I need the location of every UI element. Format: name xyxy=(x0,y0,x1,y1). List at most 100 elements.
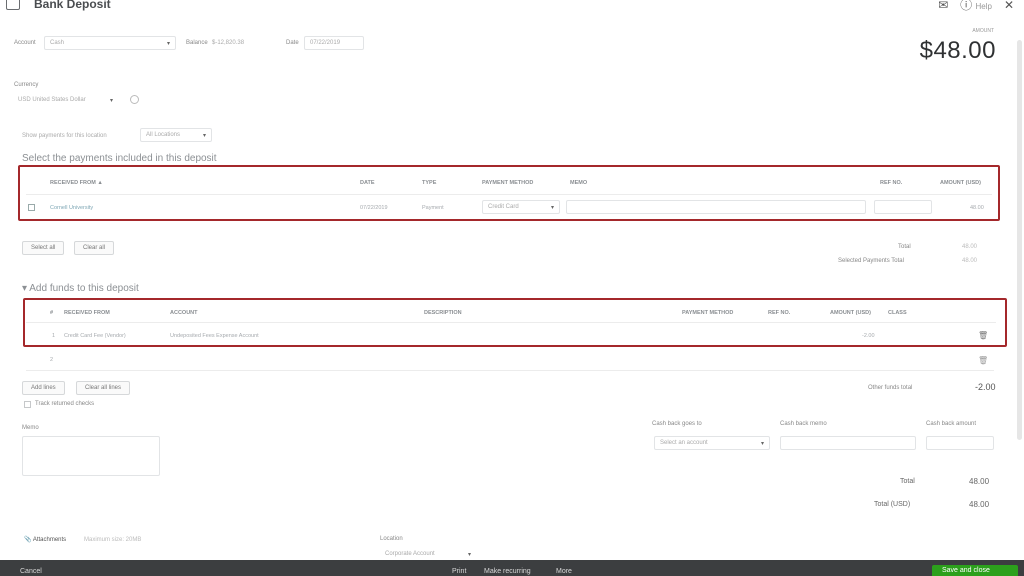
payments-total-value: 48.00 xyxy=(962,244,978,250)
memo-label: Memo xyxy=(22,425,39,431)
help-icon[interactable]: ⓘ Help xyxy=(960,0,992,13)
payments-table: RECEIVED FROM ▲ DATE TYPE PAYMENT METHOD… xyxy=(22,168,998,218)
cashback-goes-to-label: Cash back goes to xyxy=(652,421,702,427)
payment-method-select[interactable]: Credit Card ▾ xyxy=(482,200,560,214)
funds-account[interactable]: Undeposited Fees Expense Account xyxy=(170,333,259,339)
chevron-down-icon: ▾ xyxy=(760,441,764,447)
col-amount[interactable]: AMOUNT (USD) xyxy=(940,180,981,186)
payments-total-label: Total xyxy=(898,244,911,250)
location-label: Location xyxy=(380,536,403,542)
funds-amount[interactable]: -2.00 xyxy=(862,333,875,339)
cashback-amount-input[interactable] xyxy=(926,436,994,450)
print-button[interactable]: Print xyxy=(452,568,466,575)
total-label: Total xyxy=(900,478,915,485)
cashback-memo-input[interactable] xyxy=(780,436,916,450)
divider xyxy=(26,194,992,195)
delete-line2-icon[interactable]: 🗑 xyxy=(978,356,988,365)
col-type[interactable]: TYPE xyxy=(422,180,436,186)
page-title: Bank Deposit xyxy=(34,0,111,11)
balance-label: Balance xyxy=(186,40,208,46)
funds-table: # RECEIVED FROM ACCOUNT DESCRIPTION PAYM… xyxy=(26,300,1004,345)
col-ref-no[interactable]: REF NO. xyxy=(880,180,902,186)
cancel-button[interactable]: Cancel xyxy=(20,568,42,575)
col-description: DESCRIPTION xyxy=(424,310,462,316)
account-value: Cash xyxy=(50,40,65,46)
col-line-number: # xyxy=(50,310,54,316)
attachments-button[interactable]: 📎 Attachments xyxy=(24,536,66,543)
account-select[interactable]: Cash ▾ xyxy=(44,36,176,50)
header-tools: ✉ ⓘ Help ✕ xyxy=(938,0,1014,13)
track-returned-checkbox[interactable] xyxy=(24,401,31,408)
col-class: CLASS xyxy=(888,310,907,316)
clear-all-button[interactable]: Clear all xyxy=(74,241,115,255)
chevron-down-icon: ▾ xyxy=(109,98,113,104)
location-filter-label: Show payments for this location xyxy=(22,133,107,139)
amount-value: $48.00 xyxy=(919,37,996,64)
cashback-amount-label: Cash back amount xyxy=(926,421,977,427)
save-and-close-button[interactable]: Save and close xyxy=(932,565,1018,576)
currency-select[interactable]: USD United States Dollar ▾ xyxy=(14,94,118,108)
col-payment-method[interactable]: PAYMENT METHOD xyxy=(482,180,533,186)
account-label: Account xyxy=(14,40,36,46)
divider xyxy=(26,370,994,371)
attachments-label: Attachments xyxy=(32,537,67,543)
clear-all-lines-button[interactable]: Clear all lines xyxy=(76,381,131,395)
close-icon[interactable]: ✕ xyxy=(1004,0,1014,12)
funds-row-number: 1 xyxy=(52,333,56,339)
amount-label: AMOUNT xyxy=(972,28,994,34)
funds-row2-number: 2 xyxy=(50,357,54,363)
feedback-icon[interactable]: ✉ xyxy=(938,0,948,12)
payment-type: Payment xyxy=(422,205,444,211)
select-all-button[interactable]: Select all xyxy=(22,241,65,255)
total-usd-value: 48.00 xyxy=(969,500,990,509)
info-icon[interactable] xyxy=(130,95,139,104)
col-account: ACCOUNT xyxy=(170,310,198,316)
payment-row-checkbox[interactable] xyxy=(28,204,35,211)
location-filter-value: All Locations xyxy=(146,132,181,138)
date-input[interactable]: 07/22/2019 xyxy=(304,36,364,50)
chevron-down-icon: ▾ xyxy=(467,552,471,558)
memo-textarea[interactable] xyxy=(22,436,160,476)
location-value: Corporate Account xyxy=(385,551,435,557)
chevron-down-icon: ▾ xyxy=(202,133,206,139)
col-funds-payment-method: PAYMENT METHOD xyxy=(682,310,734,316)
funds-section-toggle[interactable]: ▾ Add funds to this deposit xyxy=(22,283,139,294)
payments-section-title: Select the payments included in this dep… xyxy=(22,153,217,164)
save-and-close-label: Save and close xyxy=(942,567,990,574)
payment-amount: 48.00 xyxy=(970,205,984,211)
cashback-account-placeholder: Select an account xyxy=(660,440,708,446)
col-received-from[interactable]: RECEIVED FROM ▲ xyxy=(50,180,103,186)
col-funds-received-from: RECEIVED FROM xyxy=(64,310,110,316)
payment-received-from[interactable]: Cornell University xyxy=(50,205,93,211)
track-returned-label: Track returned checks xyxy=(35,401,95,407)
col-memo[interactable]: MEMO xyxy=(570,180,587,186)
cashback-memo-label: Cash back memo xyxy=(780,421,827,427)
make-recurring-button[interactable]: Make recurring xyxy=(484,568,531,575)
chevron-down-icon: ▾ xyxy=(550,205,554,211)
more-button[interactable]: More xyxy=(556,568,572,575)
delete-line-icon[interactable]: 🗑 xyxy=(978,331,988,340)
add-lines-button[interactable]: Add lines xyxy=(22,381,65,395)
chevron-down-icon: ▾ xyxy=(166,41,170,47)
col-funds-amount: AMOUNT (USD) xyxy=(830,310,871,316)
col-date[interactable]: DATE xyxy=(360,180,375,186)
total-usd-label: Total (USD) xyxy=(874,501,911,508)
currency-label: Currency xyxy=(14,82,39,88)
location-filter-select[interactable]: All Locations ▾ xyxy=(140,128,212,142)
scrollbar[interactable] xyxy=(1017,40,1022,440)
selected-total-label: Selected Payments Total xyxy=(838,258,904,264)
funds-section-title: Add funds to this deposit xyxy=(29,283,139,294)
funds-received-from[interactable]: Credit Card Fee (Vendor) xyxy=(64,333,126,339)
payment-memo-input[interactable] xyxy=(566,200,866,214)
payment-method-value: Credit Card xyxy=(488,204,519,210)
attachments-max-size: Maximum size: 20MB xyxy=(84,537,142,543)
payment-ref-input[interactable] xyxy=(874,200,932,214)
payment-date: 07/22/2019 xyxy=(360,205,388,211)
col-funds-ref-no: REF NO. xyxy=(768,310,791,316)
paperclip-icon: 📎 xyxy=(24,537,32,543)
footer-bar: Cancel Print Make recurring More Save an… xyxy=(0,560,1024,576)
balance-value: $-12,820.38 xyxy=(212,40,245,46)
other-funds-total-value: -2.00 xyxy=(975,382,996,392)
cashback-account-select[interactable]: Select an account ▾ xyxy=(654,436,770,450)
currency-value: USD United States Dollar xyxy=(18,97,86,103)
